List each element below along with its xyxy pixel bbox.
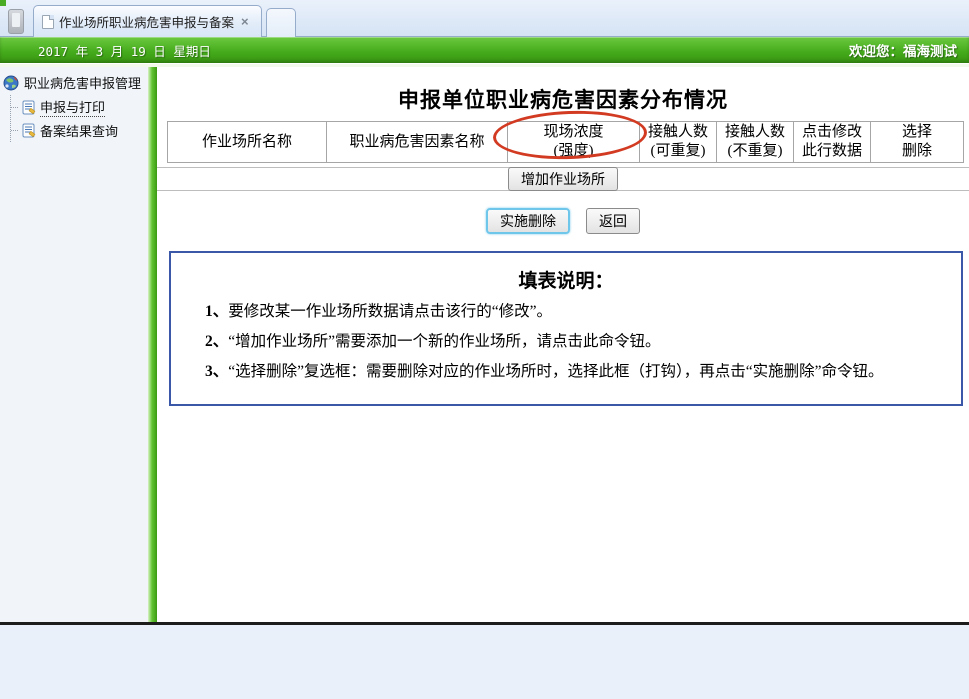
bottom-area [0, 622, 969, 699]
tab-close-icon[interactable]: × [241, 14, 249, 29]
sidebar: 职业病危害申报管理 申报与打印 [0, 67, 148, 622]
tab-title: 作业场所职业病危害申报与备案 [59, 12, 234, 31]
main-content: 申报单位职业病危害因素分布情况 作业场所名称 职业病危害因素名称 现场浓度(强度… [157, 67, 969, 622]
new-tab-button[interactable] [266, 8, 296, 37]
table-header-row: 作业场所名称 职业病危害因素名称 现场浓度(强度) 接触人数(可重复) 接触人数… [168, 122, 964, 163]
action-row: 实施删除 返回 [157, 208, 969, 234]
document-icon [22, 100, 36, 115]
device-screen [12, 13, 20, 27]
page-body: 职业病危害申报管理 申报与打印 [0, 67, 969, 622]
sidebar-item-record-query[interactable]: 备案结果查询 [11, 119, 148, 142]
col-header-select-delete: 选择删除 [871, 122, 964, 163]
add-worksite-button[interactable]: 增加作业场所 [508, 167, 618, 191]
app-window: 作业场所职业病危害申报与备案 × 2017 年 3 月 19 日 星期日 欢迎您… [0, 0, 969, 699]
instructions-box: 填表说明： 1、要修改某一作业场所数据请点击该行的“修改”。 2、“增加作业场所… [169, 251, 963, 406]
browser-tab-bar: 作业场所职业病危害申报与备案 × [0, 0, 969, 37]
sidebar-item-hazard-management[interactable]: 职业病危害申报管理 [2, 71, 148, 95]
welcome-text: 欢迎您：福海测试 [849, 40, 957, 60]
execute-delete-button[interactable]: 实施删除 [486, 208, 570, 234]
browser-panel-icon[interactable] [8, 9, 24, 34]
sidebar-item-label: 备案结果查询 [40, 121, 118, 140]
col-header-hazard-factor-name: 职业病危害因素名称 [327, 122, 508, 163]
page-title: 申报单位职业病危害因素分布情况 [157, 84, 969, 114]
document-icon [22, 123, 36, 138]
header-bar: 2017 年 3 月 19 日 星期日 欢迎您：福海测试 [0, 37, 969, 63]
add-worksite-band: 增加作业场所 [157, 167, 969, 191]
sidebar-item-label: 申报与打印 [40, 97, 105, 117]
sidebar-splitter[interactable] [148, 67, 157, 622]
date-text: 2017 年 3 月 19 日 星期日 [38, 41, 211, 60]
instructions-title: 填表说明： [173, 266, 959, 293]
browser-tab-active[interactable]: 作业场所职业病危害申报与备案 × [33, 5, 262, 37]
hazard-table: 作业场所名称 职业病危害因素名称 现场浓度(强度) 接触人数(可重复) 接触人数… [167, 121, 964, 163]
globe-icon [3, 75, 19, 91]
instruction-item: 2、“增加作业场所”需要添加一个新的作业场所，请点击此命令钮。 [175, 332, 957, 353]
sidebar-item-declare-print[interactable]: 申报与打印 [11, 95, 148, 119]
col-header-exposed-unique: 接触人数(不重复) [717, 122, 794, 163]
instruction-item: 3、“选择删除”复选框：需要删除对应的作业场所时，选择此框（打钩），再点击“实施… [175, 362, 957, 383]
window-corner-accent [0, 0, 6, 6]
col-header-worksite-name: 作业场所名称 [168, 122, 327, 163]
col-header-exposed-repeatable: 接触人数(可重复) [640, 122, 717, 163]
col-header-click-modify: 点击修改此行数据 [794, 122, 871, 163]
col-header-site-concentration: 现场浓度(强度) [508, 122, 640, 163]
page-icon [42, 15, 54, 29]
back-button[interactable]: 返回 [586, 208, 640, 234]
sidebar-tree-children: 申报与打印 备案结果查询 [10, 95, 148, 142]
instruction-item: 1、要修改某一作业场所数据请点击该行的“修改”。 [175, 302, 957, 323]
sidebar-root-label: 职业病危害申报管理 [24, 73, 141, 92]
